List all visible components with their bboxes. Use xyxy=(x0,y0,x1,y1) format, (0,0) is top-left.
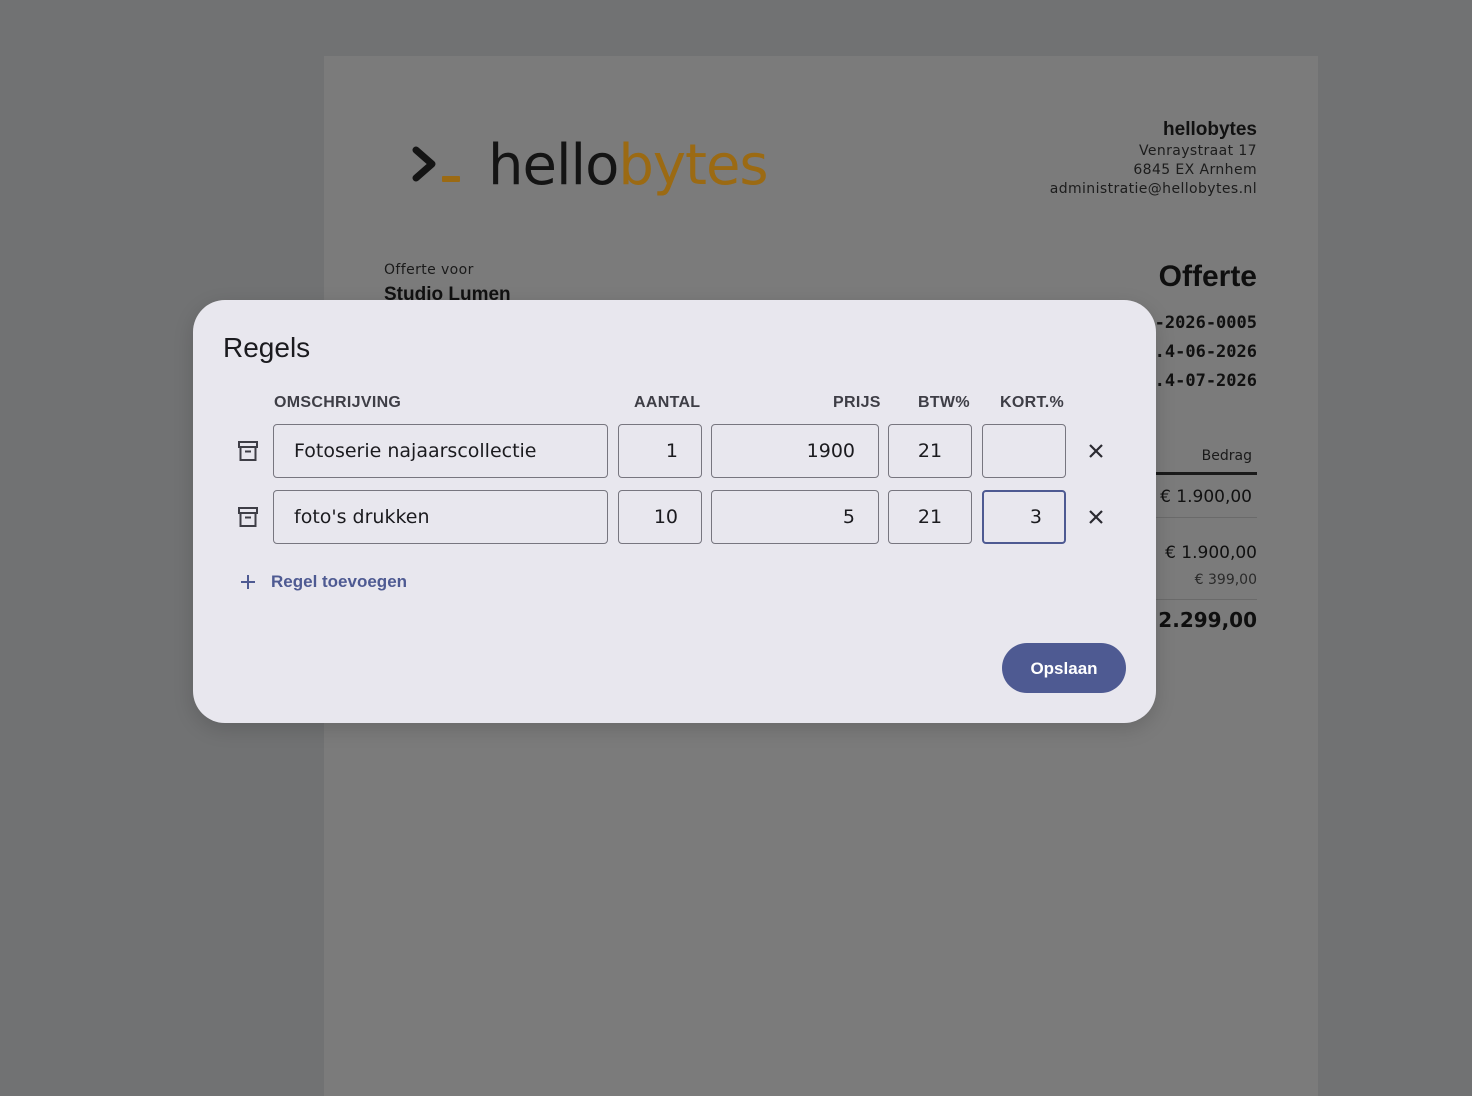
header-discount: KORT.% xyxy=(1000,394,1065,411)
line-row: foto's drukken 10 5 21 3 xyxy=(193,490,1156,546)
discount-input[interactable]: 3 xyxy=(982,490,1066,544)
header-quantity: AANTAL xyxy=(634,394,701,411)
company-email: administratie@hellobytes.nl xyxy=(1049,181,1257,197)
description-input[interactable]: foto's drukken xyxy=(273,490,608,544)
company-street: Venraystraat 17 xyxy=(1138,143,1257,159)
description-input[interactable]: Fotoserie najaarscollectie xyxy=(273,424,608,478)
vat-input[interactable]: 21 xyxy=(888,490,972,544)
discount-input[interactable] xyxy=(982,424,1066,478)
header-vat: BTW% xyxy=(918,394,970,411)
vat-input[interactable]: 21 xyxy=(888,424,972,478)
recipient-label: Offerte voor xyxy=(384,262,474,278)
price-input[interactable]: 5 xyxy=(711,490,879,544)
price-input[interactable]: 1900 xyxy=(711,424,879,478)
vat-amount: € 399,00 xyxy=(1194,572,1257,588)
quote-expiry: .4-07-2026 xyxy=(1154,371,1257,391)
save-button[interactable]: Opslaan xyxy=(1002,643,1126,693)
quantity-input[interactable]: 10 xyxy=(618,490,702,544)
archive-icon[interactable] xyxy=(237,440,259,462)
dialog-title: Regels xyxy=(223,332,311,363)
document-title: Offerte xyxy=(1158,260,1257,293)
quantity-input[interactable]: 1 xyxy=(618,424,702,478)
close-icon[interactable] xyxy=(1086,441,1106,461)
header-description: OMSCHRIJVING xyxy=(274,394,402,411)
company-info: hellobytes Venraystraat 17 6845 EX Arnhe… xyxy=(1050,118,1257,199)
line-row: Fotoserie najaarscollectie 1 1900 21 xyxy=(193,424,1156,480)
close-icon[interactable] xyxy=(1086,507,1106,527)
amount-column-header: Bedrag xyxy=(1201,448,1252,464)
company-city: 6845 EX Arnhem xyxy=(1133,162,1257,178)
company-name: hellobytes xyxy=(1163,119,1257,140)
lines-dialog: Regels OMSCHRIJVING AANTAL PRIJS BTW% KO… xyxy=(193,300,1156,723)
header-price: PRIJS xyxy=(833,394,881,411)
quote-number: -2026-0005 xyxy=(1154,313,1257,333)
add-line-label: Regel toevoegen xyxy=(271,572,408,591)
subtotal-amount: € 1.900,00 xyxy=(1165,543,1257,563)
logo-wordmark: hellobytes xyxy=(488,133,769,198)
logo-prompt-icon xyxy=(412,146,460,182)
add-line-button[interactable]: Regel toevoegen xyxy=(239,572,407,592)
quote-date: .4-06-2026 xyxy=(1154,342,1257,362)
document-meta: -2026-0005 .4-06-2026 .4-07-2026 xyxy=(1155,309,1257,396)
plus-icon xyxy=(241,575,255,589)
line-amount: € 1.900,00 xyxy=(1160,487,1252,507)
archive-icon[interactable] xyxy=(237,506,259,528)
